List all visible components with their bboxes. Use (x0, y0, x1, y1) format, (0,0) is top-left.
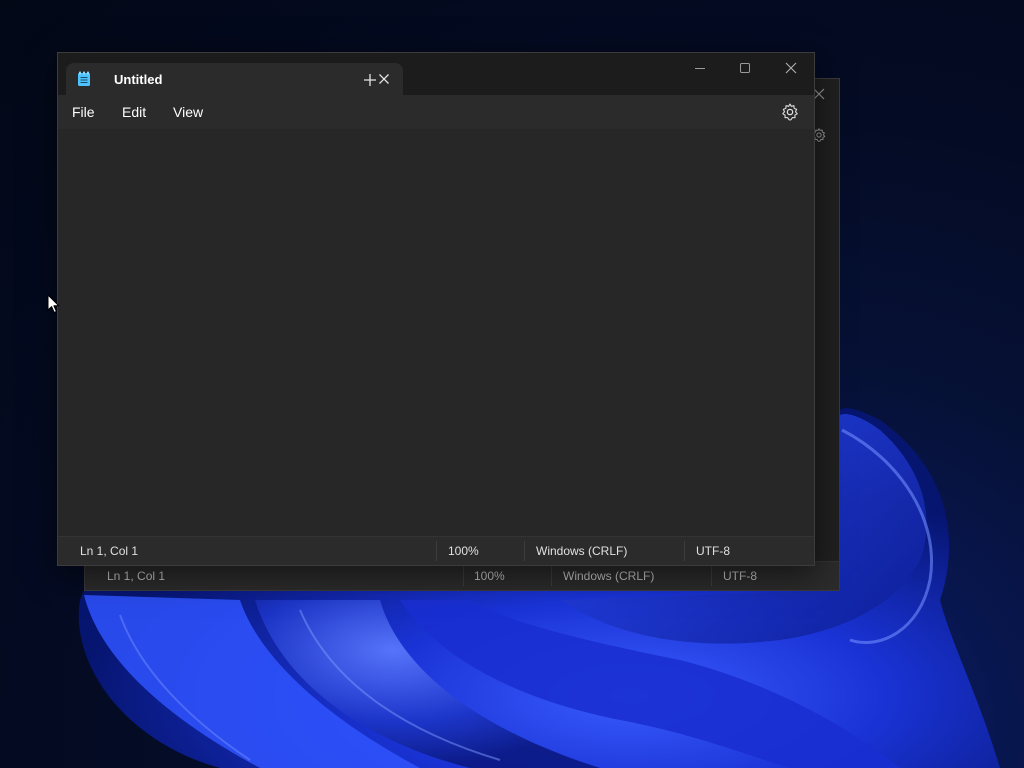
desktop: Ln 1, Col 1 100% Windows (CRLF) UTF-8 Un… (0, 0, 1024, 768)
notepad-icon (78, 71, 90, 86)
status-encoding[interactable]: UTF-8 (696, 544, 730, 558)
tab-untitled[interactable]: Untitled (66, 63, 403, 95)
minimize-icon[interactable] (685, 59, 715, 79)
status-cursor-position: Ln 1, Col 1 (80, 544, 139, 558)
status-cursor-position: Ln 1, Col 1 (107, 569, 166, 583)
status-zoom[interactable]: 100% (448, 544, 479, 558)
title-bar[interactable]: Untitled (58, 53, 814, 95)
notepad-window[interactable]: Untitled File Edit View Ln 1, Col 1 100%… (57, 52, 815, 566)
status-line-ending[interactable]: Windows (CRLF) (563, 569, 654, 583)
close-icon[interactable] (776, 59, 806, 79)
menu-bar: File Edit View (58, 95, 814, 129)
menu-file[interactable]: File (72, 104, 95, 120)
status-divider (684, 541, 685, 561)
status-divider (711, 566, 712, 586)
status-divider (463, 566, 464, 586)
tab-title: Untitled (114, 72, 163, 87)
status-divider (551, 566, 552, 586)
maximize-icon[interactable] (730, 59, 760, 79)
text-editor-area[interactable] (58, 129, 814, 537)
mouse-cursor-icon (47, 294, 60, 313)
status-divider (524, 541, 525, 561)
gear-icon[interactable] (780, 102, 800, 122)
menu-view[interactable]: View (173, 104, 203, 120)
status-encoding[interactable]: UTF-8 (723, 569, 757, 583)
status-line-ending[interactable]: Windows (CRLF) (536, 544, 627, 558)
status-zoom[interactable]: 100% (474, 569, 505, 583)
plus-icon[interactable] (360, 70, 380, 90)
status-bar: Ln 1, Col 1 100% Windows (CRLF) UTF-8 (58, 536, 814, 565)
menu-edit[interactable]: Edit (122, 104, 146, 120)
status-divider (436, 541, 437, 561)
